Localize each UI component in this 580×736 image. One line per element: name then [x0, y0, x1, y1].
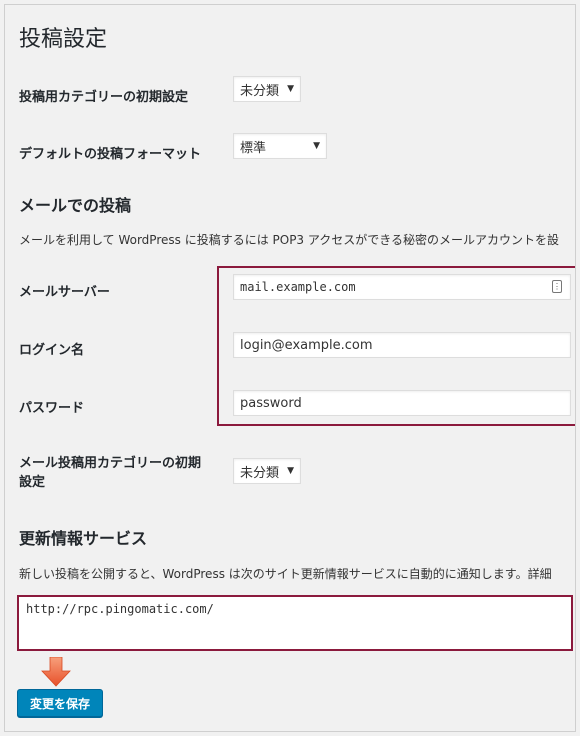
update-services-description: 新しい投稿を公開すると、WordPress は次のサイト更新情報サービスに自動的…: [19, 567, 552, 581]
mail-category-value: 未分類: [240, 465, 280, 481]
ping-sites-textarea[interactable]: http://rpc.pingomatic.com/: [17, 595, 573, 651]
password-input[interactable]: password: [233, 390, 571, 416]
page-title: 投稿設定: [19, 27, 108, 52]
password-label: パスワード: [19, 401, 85, 416]
save-changes-button[interactable]: 変更を保存: [17, 689, 103, 717]
default-format-value: 標準: [240, 140, 267, 156]
chevron-down-icon: ▼: [287, 466, 294, 476]
mail-category-label-line2: 設定: [19, 475, 46, 490]
password-value: password: [240, 395, 302, 411]
chevron-down-icon: ▼: [287, 84, 294, 94]
post-via-email-heading: メールでの投稿: [19, 196, 132, 215]
post-via-email-description: メールを利用して WordPress に投稿するには POP3 アクセスができる…: [19, 233, 560, 247]
default-category-label: 投稿用カテゴリーの初期設定: [19, 90, 189, 105]
update-services-heading: 更新情報サービス: [19, 529, 148, 548]
settings-page: 投稿設定 投稿用カテゴリーの初期設定 未分類 ▼ デフォルトの投稿フォーマット …: [4, 4, 576, 732]
default-format-select[interactable]: 標準 ▼: [233, 133, 327, 159]
mail-server-label: メールサーバー: [19, 285, 110, 300]
default-category-value: 未分類: [240, 83, 280, 99]
mail-category-select[interactable]: 未分類 ▼: [233, 458, 301, 484]
mail-server-input[interactable]: mail.example.com ⋮: [233, 274, 571, 300]
mail-category-label-line1: メール投稿用カテゴリーの初期: [19, 456, 202, 471]
arrow-down-icon: [41, 657, 71, 687]
chevron-down-icon: ▼: [313, 141, 320, 151]
mail-category-label: メール投稿用カテゴリーの初期 設定: [19, 454, 201, 492]
mail-server-value: mail.example.com: [240, 280, 356, 294]
login-name-label: ログイン名: [19, 343, 85, 358]
contact-card-icon[interactable]: ⋮: [552, 280, 562, 293]
login-name-input[interactable]: login@example.com: [233, 332, 571, 358]
default-format-label: デフォルトの投稿フォーマット: [19, 147, 202, 162]
login-name-value: login@example.com: [240, 337, 373, 353]
default-category-select[interactable]: 未分類 ▼: [233, 76, 301, 102]
